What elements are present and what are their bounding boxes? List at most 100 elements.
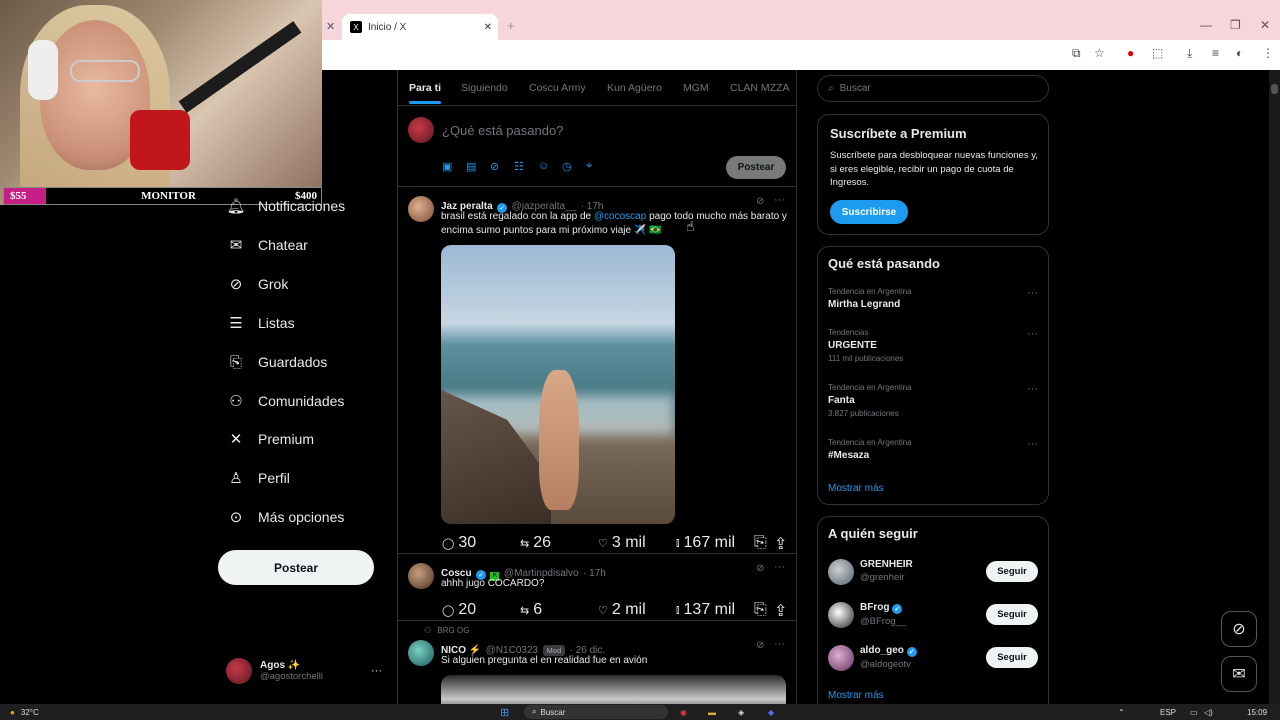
more-icon[interactable]: ··· bbox=[1027, 438, 1038, 450]
schedule-icon[interactable]: ◷ bbox=[562, 160, 572, 173]
star-icon[interactable]: ☆ bbox=[1094, 46, 1105, 60]
tab-clan-mzza[interactable]: CLAN MZZA bbox=[730, 82, 790, 94]
download-icon[interactable]: ⤓ bbox=[1187, 46, 1192, 61]
grok-icon[interactable]: ⊘ bbox=[490, 160, 499, 173]
install-icon[interactable]: ⧉ bbox=[1072, 46, 1081, 61]
follow-button[interactable]: Seguir bbox=[986, 561, 1038, 582]
show-more-users-link[interactable]: Mostrar más bbox=[828, 690, 884, 701]
more-icon[interactable]: ··· bbox=[1027, 383, 1038, 395]
close-window-icon[interactable]: ✕ bbox=[1260, 18, 1270, 32]
nav-mas-opciones[interactable]: ⊙ Más opciones bbox=[228, 509, 345, 526]
scrollbar[interactable] bbox=[1269, 70, 1280, 704]
like-button[interactable]: ♡ 3 mil bbox=[598, 534, 646, 552]
trend-item[interactable]: Tendencia en Argentina Fanta 3.827 publi… bbox=[828, 383, 1038, 418]
folder-icon[interactable]: ▬ bbox=[708, 708, 716, 717]
tweet[interactable]: Coscu ✓ K @Martinpdisalvo · 17h ⊘ ··· ah… bbox=[398, 555, 796, 621]
tab-mgm[interactable]: MGM bbox=[683, 82, 709, 94]
more-icon[interactable]: ··· bbox=[774, 194, 785, 206]
follow-button[interactable]: Seguir bbox=[986, 647, 1038, 668]
follow-button[interactable]: Seguir bbox=[986, 604, 1038, 625]
tweet-image[interactable] bbox=[441, 245, 675, 524]
chevron-up-icon[interactable]: ⌃ bbox=[1118, 708, 1125, 717]
more-icon[interactable]: ··· bbox=[774, 561, 785, 573]
avatar[interactable] bbox=[828, 602, 854, 628]
discord-icon[interactable]: ◆ bbox=[768, 708, 774, 717]
weather-temp[interactable]: 32°C bbox=[21, 708, 39, 717]
minimize-icon[interactable]: — bbox=[1200, 18, 1212, 32]
tweet-context[interactable]: BRG OG bbox=[437, 626, 469, 635]
nav-comunidades[interactable]: ⚇ Comunidades bbox=[228, 393, 344, 410]
emoji-icon[interactable]: ☺ bbox=[538, 160, 549, 172]
views-button[interactable]: ⫾ 167 mil bbox=[676, 534, 735, 552]
bookmark-icon[interactable]: ⎘ bbox=[754, 534, 767, 552]
grok-icon[interactable]: ⊘ bbox=[1221, 611, 1257, 647]
account-more-icon[interactable]: ··· bbox=[371, 665, 382, 677]
share-icon[interactable]: ⇪ bbox=[774, 534, 787, 554]
mention-link[interactable]: @cocoscap bbox=[594, 211, 646, 222]
location-icon[interactable]: ⌖ bbox=[586, 160, 592, 173]
tab-kun-aguero[interactable]: Kun Agüero bbox=[607, 82, 662, 94]
nav-premium[interactable]: ✕ Premium bbox=[228, 431, 314, 448]
image-icon[interactable]: ▣ bbox=[442, 160, 452, 173]
views-button[interactable]: ⫾ 137 mil bbox=[676, 601, 735, 619]
suggested-user[interactable]: aldo_geo ✓ @aldogeotv bbox=[860, 645, 917, 670]
new-tab-button[interactable]: + bbox=[507, 18, 515, 33]
windows-start-icon[interactable]: ⊞ bbox=[500, 706, 509, 719]
more-icon[interactable]: ··· bbox=[1027, 287, 1038, 299]
reply-button[interactable]: ◯ 20 bbox=[442, 601, 476, 619]
nav-notificaciones[interactable]: 🔔︎ Notificaciones bbox=[226, 198, 345, 215]
maximize-icon[interactable]: ❐ bbox=[1230, 18, 1241, 32]
opera-icon[interactable]: ● bbox=[1127, 46, 1134, 60]
account-switcher[interactable]: Agos ✨ @agostorchelli ··· bbox=[226, 655, 386, 687]
chrome-icon[interactable]: ◉ bbox=[680, 708, 687, 717]
scrollbar-thumb[interactable] bbox=[1271, 84, 1278, 94]
nav-guardados[interactable]: ⎘ Guardados bbox=[228, 354, 327, 371]
retweet-button[interactable]: ⇆ 26 bbox=[520, 534, 551, 552]
nav-perfil[interactable]: ♙ Perfil bbox=[228, 470, 290, 487]
nav-grok[interactable]: ⊘ Grok bbox=[228, 276, 289, 293]
show-more-trends-link[interactable]: Mostrar más bbox=[828, 483, 884, 494]
close-tab-icon[interactable]: ✕ bbox=[326, 20, 335, 33]
bookmark-icon[interactable]: ⎘ bbox=[754, 601, 767, 619]
grok-icon[interactable]: ⊘ bbox=[756, 563, 764, 574]
like-button[interactable]: ♡ 2 mil bbox=[598, 601, 646, 619]
tweet[interactable]: Jaz peralta ✓ @jazperalta__ · 17h ⊘ ··· … bbox=[398, 188, 796, 554]
profile-icon[interactable]: ◐ bbox=[1236, 46, 1243, 60]
more-icon[interactable]: ··· bbox=[1027, 328, 1038, 340]
search-input[interactable]: ⌕ Buscar bbox=[817, 75, 1049, 102]
messages-icon[interactable]: ✉ bbox=[1221, 656, 1257, 692]
close-tab-icon[interactable]: ✕ bbox=[484, 22, 492, 33]
tab-coscu-army[interactable]: Coscu Army bbox=[529, 82, 586, 94]
avatar[interactable] bbox=[828, 559, 854, 585]
language-indicator[interactable]: ESP bbox=[1160, 708, 1176, 717]
trend-item[interactable]: Tendencias URGENTE 111 mil publicaciones bbox=[828, 328, 1038, 363]
trend-item[interactable]: Tendencia en Argentina Mirtha Legrand bbox=[828, 287, 1038, 310]
grok-icon[interactable]: ⊘ bbox=[756, 196, 764, 207]
post-button[interactable]: Postear bbox=[218, 550, 374, 585]
grok-icon[interactable]: ⊘ bbox=[756, 640, 764, 651]
reply-button[interactable]: ◯ 30 bbox=[442, 534, 476, 552]
more-icon[interactable]: ··· bbox=[774, 638, 785, 650]
extensions-icon[interactable]: ⬚ bbox=[1152, 46, 1163, 60]
tweet-time[interactable]: · 17h bbox=[583, 568, 606, 579]
nav-chatear[interactable]: ✉ Chatear bbox=[228, 237, 308, 254]
share-icon[interactable]: ⇪ bbox=[774, 601, 787, 621]
tab-para-ti[interactable]: Para ti bbox=[409, 82, 442, 104]
queue-icon[interactable]: ≡ bbox=[1212, 46, 1219, 60]
browser-tab[interactable]: X Inicio / X ✕ bbox=[342, 14, 498, 40]
tab-siguiendo[interactable]: Siguiendo bbox=[461, 82, 508, 94]
poll-icon[interactable]: ☷ bbox=[514, 160, 524, 173]
app-icon[interactable]: ◈ bbox=[738, 708, 744, 717]
volume-icon[interactable]: ◁) bbox=[1204, 708, 1213, 717]
taskbar-search[interactable]: ⌕ Buscar bbox=[524, 705, 668, 719]
network-icon[interactable]: ▭ bbox=[1190, 708, 1198, 717]
trend-item[interactable]: Tendencia en Argentina #Mesaza bbox=[828, 438, 1038, 461]
menu-icon[interactable]: ⋮ bbox=[1262, 46, 1274, 60]
gif-icon[interactable]: ▤ bbox=[466, 160, 476, 173]
compose-post-button[interactable]: Postear bbox=[726, 156, 786, 179]
compose-input[interactable]: ¿Qué está pasando? bbox=[442, 123, 563, 138]
subscribe-button[interactable]: Suscribirse bbox=[830, 200, 908, 224]
suggested-user[interactable]: GRENHEIR @grenheir bbox=[860, 559, 913, 583]
nav-listas[interactable]: ☰ Listas bbox=[228, 315, 294, 332]
retweet-button[interactable]: ⇆ 6 bbox=[520, 601, 542, 619]
